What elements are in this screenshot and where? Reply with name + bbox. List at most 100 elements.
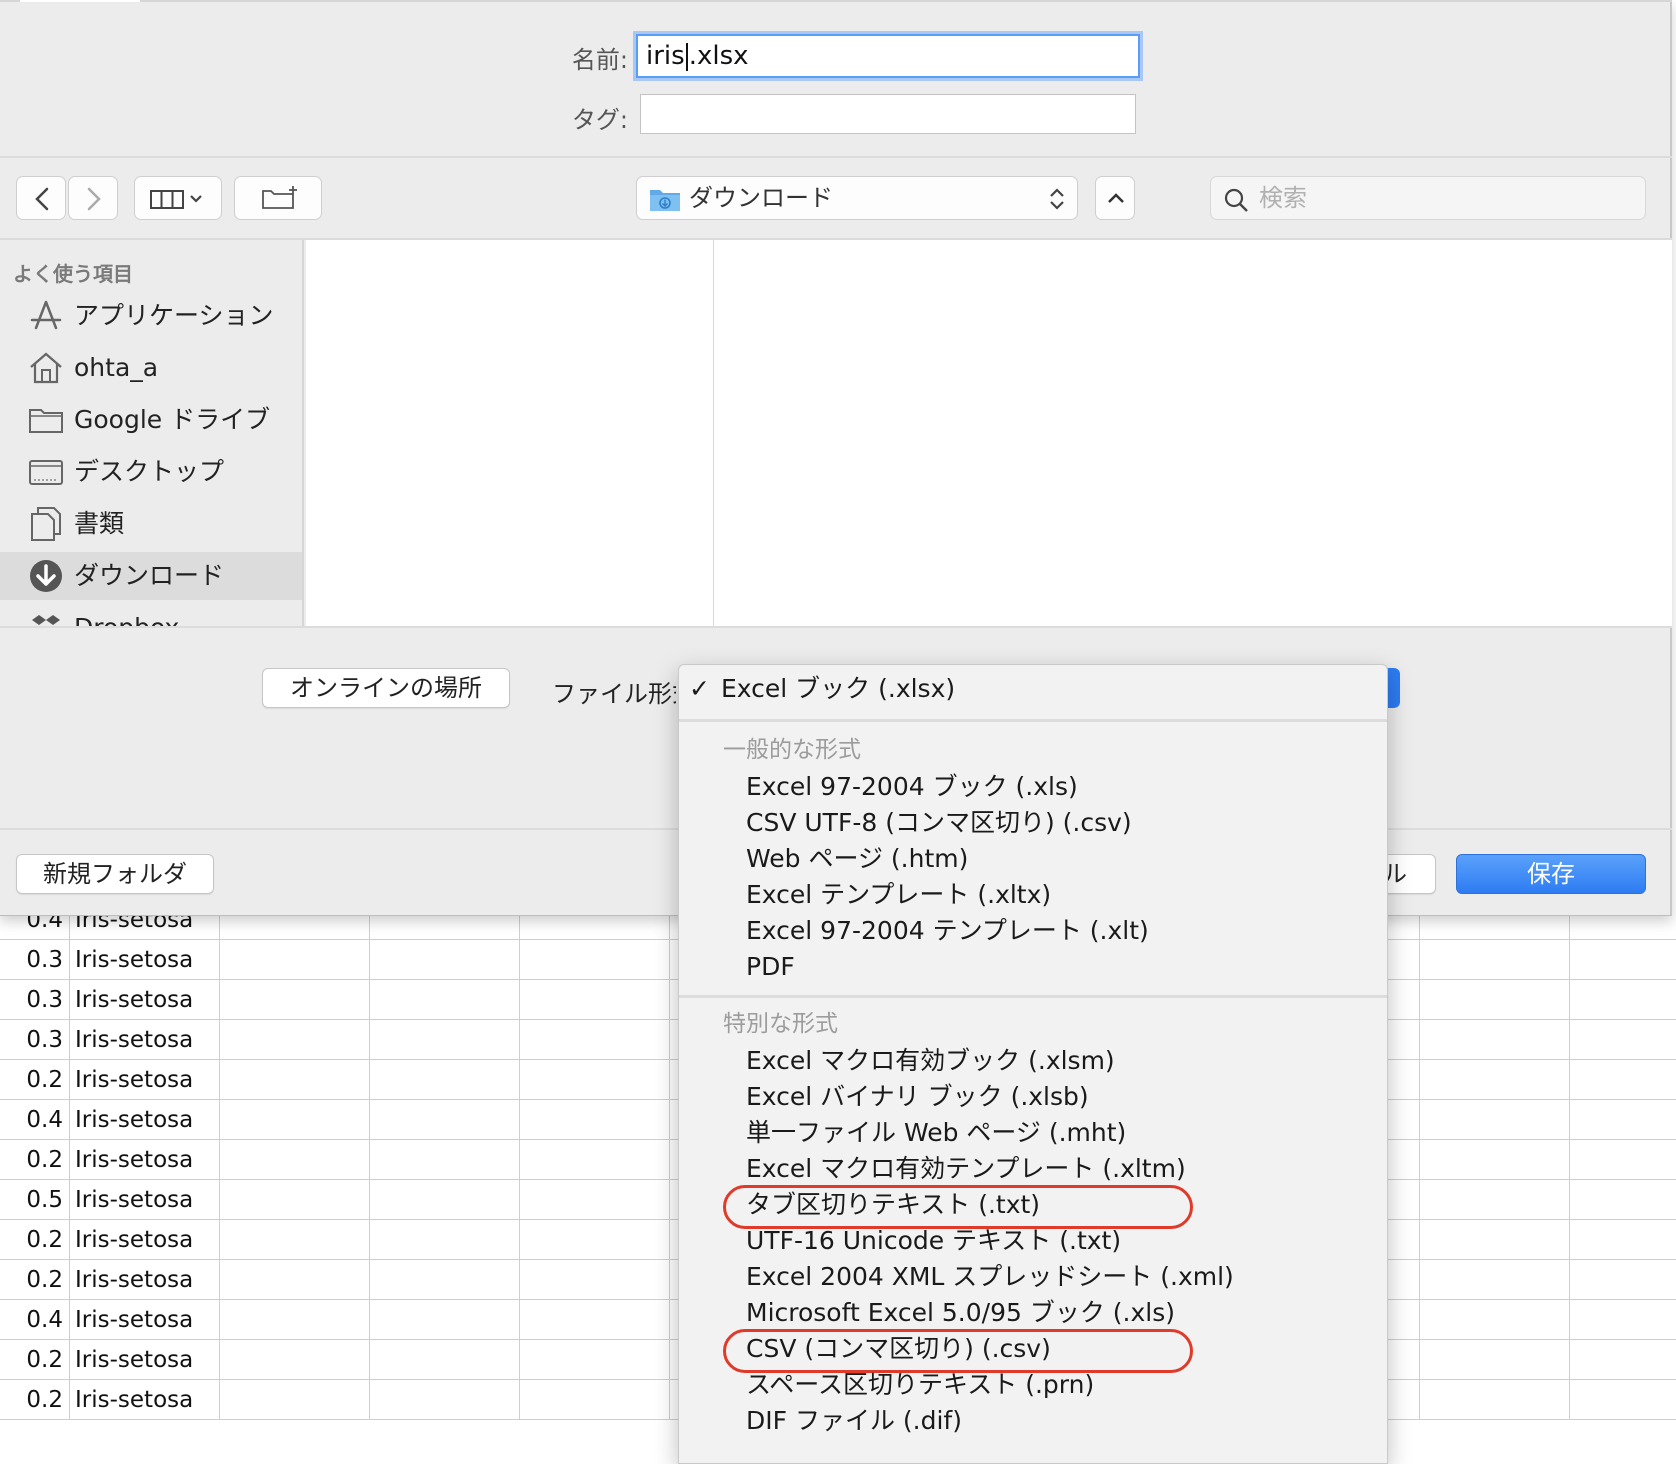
sidebar-item-documents[interactable]: 書類 <box>0 500 302 548</box>
menu-item-format[interactable]: Excel テンプレート (.xltx) <box>679 877 1387 913</box>
save-button[interactable]: 保存 <box>1456 854 1646 894</box>
sheet-cell-species[interactable]: Iris-setosa <box>70 1300 220 1340</box>
sheet-cell-empty[interactable] <box>520 1340 670 1380</box>
sheet-cell-empty[interactable] <box>370 1100 520 1140</box>
sheet-cell-empty[interactable] <box>520 1100 670 1140</box>
sheet-cell-empty[interactable] <box>1420 1380 1570 1420</box>
sidebar-item-desktop[interactable]: デスクトップ <box>0 448 302 496</box>
sheet-cell-empty[interactable] <box>1570 1020 1676 1060</box>
sheet-cell-value[interactable]: 0.3 <box>0 980 70 1020</box>
sheet-cell-empty[interactable] <box>1570 1260 1676 1300</box>
sheet-cell-value[interactable]: 0.3 <box>0 1020 70 1060</box>
sidebar-item-home[interactable]: ohta_a <box>0 344 302 392</box>
sheet-cell-empty[interactable] <box>1570 1380 1676 1420</box>
sheet-cell-empty[interactable] <box>520 1260 670 1300</box>
sheet-cell-empty[interactable] <box>520 1380 670 1420</box>
sheet-cell-empty[interactable] <box>370 1020 520 1060</box>
menu-item-format[interactable]: CSV UTF-8 (コンマ区切り) (.csv) <box>679 805 1387 841</box>
menu-item-format[interactable]: DIF ファイル (.dif) <box>679 1403 1387 1439</box>
sheet-cell-value[interactable]: 0.4 <box>0 1300 70 1340</box>
sheet-cell-species[interactable]: Iris-setosa <box>70 1220 220 1260</box>
sheet-cell-empty[interactable] <box>1570 1060 1676 1100</box>
sheet-cell-empty[interactable] <box>1570 980 1676 1020</box>
sheet-cell-empty[interactable] <box>220 1020 370 1060</box>
menu-item-format[interactable]: スペース区切りテキスト (.prn) <box>679 1367 1387 1403</box>
menu-item-format[interactable]: タブ区切りテキスト (.txt) <box>679 1187 1387 1223</box>
sheet-cell-empty[interactable] <box>220 1100 370 1140</box>
menu-item-format[interactable]: Excel マクロ有効ブック (.xlsm) <box>679 1043 1387 1079</box>
sheet-cell-empty[interactable] <box>370 1380 520 1420</box>
sheet-cell-species[interactable]: Iris-setosa <box>70 1180 220 1220</box>
sheet-cell-empty[interactable] <box>220 980 370 1020</box>
sheet-cell-value[interactable]: 0.4 <box>0 1100 70 1140</box>
new-folder-toolbar-button[interactable] <box>234 176 322 220</box>
sheet-cell-empty[interactable] <box>1570 1340 1676 1380</box>
menu-item-format[interactable]: Excel 2004 XML スプレッドシート (.xml) <box>679 1259 1387 1295</box>
sheet-cell-empty[interactable] <box>220 1140 370 1180</box>
sheet-cell-empty[interactable] <box>520 980 670 1020</box>
sheet-cell-value[interactable]: 0.2 <box>0 1060 70 1100</box>
sheet-cell-empty[interactable] <box>1420 1100 1570 1140</box>
sheet-cell-empty[interactable] <box>220 1340 370 1380</box>
sheet-cell-value[interactable]: 0.2 <box>0 1340 70 1380</box>
sheet-cell-empty[interactable] <box>1570 940 1676 980</box>
sheet-cell-empty[interactable] <box>1420 1220 1570 1260</box>
sheet-cell-empty[interactable] <box>1420 1060 1570 1100</box>
sheet-cell-empty[interactable] <box>520 1020 670 1060</box>
sheet-cell-empty[interactable] <box>1570 1220 1676 1260</box>
location-popup[interactable]: ダウンロード <box>636 176 1078 220</box>
sheet-cell-empty[interactable] <box>1570 1100 1676 1140</box>
sheet-cell-empty[interactable] <box>370 980 520 1020</box>
sidebar-item-dropbox[interactable]: Dropbox <box>0 604 302 626</box>
new-folder-button[interactable]: 新規フォルダ <box>16 854 214 894</box>
sheet-cell-species[interactable]: Iris-setosa <box>70 940 220 980</box>
sheet-cell-empty[interactable] <box>520 1060 670 1100</box>
menu-item-format[interactable]: Excel 97-2004 テンプレート (.xlt) <box>679 913 1387 949</box>
sheet-cell-species[interactable]: Iris-setosa <box>70 1020 220 1060</box>
sheet-cell-empty[interactable] <box>370 940 520 980</box>
sheet-cell-empty[interactable] <box>220 1220 370 1260</box>
menu-item-format[interactable]: UTF-16 Unicode テキスト (.txt) <box>679 1223 1387 1259</box>
sheet-cell-value[interactable]: 0.2 <box>0 1260 70 1300</box>
forward-button[interactable] <box>68 176 118 220</box>
sheet-cell-value[interactable]: 0.2 <box>0 1380 70 1420</box>
menu-item-format[interactable]: Excel マクロ有効テンプレート (.xltm) <box>679 1151 1387 1187</box>
online-locations-button[interactable]: オンラインの場所 <box>262 668 510 708</box>
sheet-cell-empty[interactable] <box>1420 1300 1570 1340</box>
sheet-cell-empty[interactable] <box>370 1340 520 1380</box>
sheet-cell-empty[interactable] <box>220 1180 370 1220</box>
sheet-cell-empty[interactable] <box>520 1180 670 1220</box>
sidebar-item-downloads[interactable]: ダウンロード <box>0 552 302 600</box>
search-field[interactable]: 検索 <box>1210 176 1646 220</box>
sheet-cell-empty[interactable] <box>1420 1180 1570 1220</box>
tag-input[interactable] <box>640 94 1136 134</box>
sheet-cell-value[interactable]: 0.5 <box>0 1180 70 1220</box>
sheet-cell-species[interactable]: Iris-setosa <box>70 1140 220 1180</box>
sheet-cell-species[interactable]: Iris-setosa <box>70 1340 220 1380</box>
sheet-cell-empty[interactable] <box>220 1060 370 1100</box>
sheet-cell-empty[interactable] <box>1420 1340 1570 1380</box>
sheet-cell-empty[interactable] <box>220 1260 370 1300</box>
menu-item-format[interactable]: PDF <box>679 949 1387 985</box>
sheet-cell-species[interactable]: Iris-setosa <box>70 1380 220 1420</box>
sheet-cell-empty[interactable] <box>520 940 670 980</box>
sheet-cell-empty[interactable] <box>1570 1180 1676 1220</box>
sheet-cell-empty[interactable] <box>520 1300 670 1340</box>
filename-input[interactable]: iris .xlsx <box>636 34 1140 78</box>
sheet-cell-value[interactable]: 0.2 <box>0 1140 70 1180</box>
sheet-cell-value[interactable]: 0.2 <box>0 1220 70 1260</box>
sidebar-item-applications[interactable]: アプリケーション <box>0 292 302 340</box>
menu-item-format[interactable]: Excel 97-2004 ブック (.xls) <box>679 769 1387 805</box>
menu-item-format[interactable]: 単一ファイル Web ページ (.mht) <box>679 1115 1387 1151</box>
sheet-cell-species[interactable]: Iris-setosa <box>70 1260 220 1300</box>
sheet-cell-empty[interactable] <box>220 1300 370 1340</box>
menu-item-format[interactable]: CSV (コンマ区切り) (.csv) <box>679 1331 1387 1367</box>
sheet-cell-empty[interactable] <box>1420 1020 1570 1060</box>
sheet-cell-empty[interactable] <box>370 1180 520 1220</box>
sidebar-item-google-drive[interactable]: Google ドライブ <box>0 396 302 444</box>
sheet-cell-empty[interactable] <box>220 940 370 980</box>
sheet-cell-empty[interactable] <box>1570 1140 1676 1180</box>
view-mode-button[interactable] <box>134 176 222 220</box>
menu-item-format[interactable]: Web ページ (.htm) <box>679 841 1387 877</box>
sheet-cell-empty[interactable] <box>1420 940 1570 980</box>
